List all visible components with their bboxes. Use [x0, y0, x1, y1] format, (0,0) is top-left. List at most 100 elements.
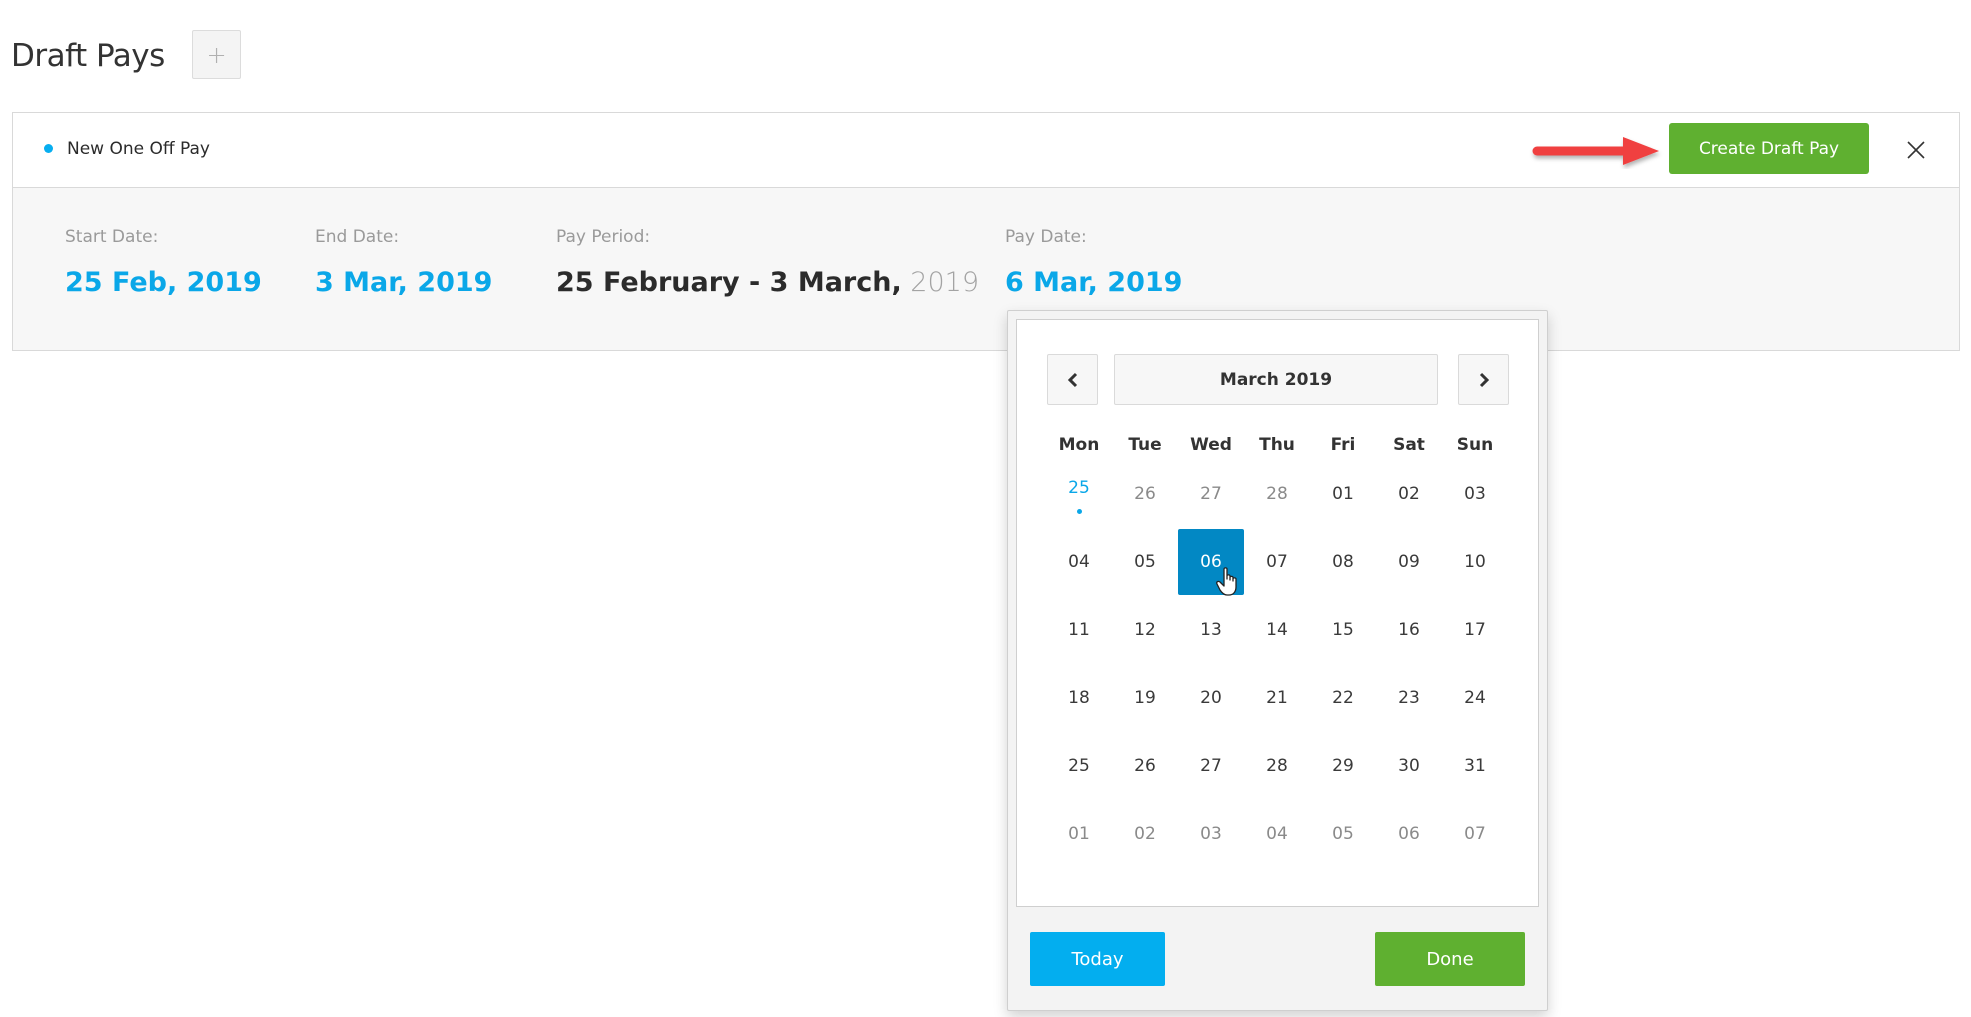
calendar-day[interactable]: 24	[1442, 665, 1508, 731]
weekday-wed: Wed	[1190, 435, 1232, 455]
calendar-day[interactable]: 07	[1442, 801, 1508, 867]
day-number: 28	[1266, 484, 1288, 504]
calendar-day[interactable]: 29	[1310, 733, 1376, 799]
calendar-day[interactable]: 26	[1112, 461, 1178, 527]
day-number: 03	[1464, 484, 1486, 504]
calendar-day[interactable]: 21	[1244, 665, 1310, 731]
calendar-day[interactable]: 12	[1112, 597, 1178, 663]
calendar-day-selected[interactable]: 06	[1178, 529, 1244, 596]
close-button[interactable]	[1903, 137, 1929, 163]
calendar-day[interactable]: 27	[1178, 733, 1244, 799]
day-number: 14	[1266, 620, 1288, 640]
start-date-label: Start Date:	[65, 227, 159, 247]
calendar-day[interactable]: 05	[1112, 529, 1178, 595]
calendar-day[interactable]: 16	[1376, 597, 1442, 663]
day-number: 28	[1266, 756, 1288, 776]
page-title: Draft Pays	[11, 38, 165, 74]
calendar-day[interactable]: 07	[1244, 529, 1310, 595]
day-number: 06	[1398, 824, 1420, 844]
calendar-day[interactable]: 14	[1244, 597, 1310, 663]
calendar-day[interactable]: 05	[1310, 801, 1376, 867]
close-icon	[1907, 141, 1925, 159]
done-button[interactable]: Done	[1375, 932, 1525, 986]
calendar-day[interactable]: 03	[1178, 801, 1244, 867]
calendar-day[interactable]: 03	[1442, 461, 1508, 527]
day-number: 25	[1068, 478, 1090, 498]
pay-date-value[interactable]: 6 Mar, 2019	[1005, 265, 1182, 301]
day-number: 26	[1134, 756, 1156, 776]
day-number: 02	[1398, 484, 1420, 504]
day-number: 18	[1068, 688, 1090, 708]
calendar-day[interactable]: 25	[1046, 733, 1112, 799]
status-dot-icon	[44, 144, 53, 153]
day-number: 10	[1464, 552, 1486, 572]
calendar-day[interactable]: 31	[1442, 733, 1508, 799]
pay-date-label: Pay Date:	[1005, 227, 1087, 247]
start-date-value[interactable]: 25 Feb, 2019	[65, 265, 262, 301]
calendar-day[interactable]: 27	[1178, 461, 1244, 527]
add-draft-pay-button[interactable]: +	[192, 30, 241, 79]
day-number: 06	[1200, 552, 1222, 572]
calendar-day[interactable]: 15	[1310, 597, 1376, 663]
calendar-day[interactable]: 01	[1046, 801, 1112, 867]
day-number: 22	[1332, 688, 1354, 708]
calendar-day[interactable]: 28	[1244, 461, 1310, 527]
day-number: 05	[1134, 552, 1156, 572]
calendar-day[interactable]: 01	[1310, 461, 1376, 527]
pay-period-label: Pay Period:	[556, 227, 651, 247]
day-number: 12	[1134, 620, 1156, 640]
day-number: 04	[1068, 552, 1090, 572]
create-draft-pay-button[interactable]: Create Draft Pay	[1669, 123, 1869, 174]
weekday-sat: Sat	[1393, 435, 1425, 455]
day-number: 01	[1332, 484, 1354, 504]
calendar-day[interactable]: 23	[1376, 665, 1442, 731]
next-month-button[interactable]	[1458, 354, 1509, 405]
calendar-day[interactable]: 02	[1376, 461, 1442, 527]
day-number: 30	[1398, 756, 1420, 776]
pay-period-year: 2019	[901, 267, 980, 298]
calendar-day[interactable]: 25	[1046, 461, 1112, 527]
pay-period-value: 25 February - 3 March, 2019	[556, 265, 979, 301]
day-number: 27	[1200, 484, 1222, 504]
calendar-day[interactable]: 04	[1046, 529, 1112, 595]
day-number: 04	[1266, 824, 1288, 844]
day-number: 11	[1068, 620, 1090, 640]
calendar-day[interactable]: 28	[1244, 733, 1310, 799]
today-button[interactable]: Today	[1030, 932, 1165, 986]
calendar-day[interactable]: 19	[1112, 665, 1178, 731]
calendar-day[interactable]: 09	[1376, 529, 1442, 595]
calendar-day[interactable]: 08	[1310, 529, 1376, 595]
day-number: 21	[1266, 688, 1288, 708]
calendar-day[interactable]: 02	[1112, 801, 1178, 867]
day-number: 20	[1200, 688, 1222, 708]
day-number: 05	[1332, 824, 1354, 844]
calendar-panel: March 2019 Mon Tue Wed Thu Fri Sat Sun 25 26 27 2…	[1016, 319, 1539, 907]
weekday-mon: Mon	[1058, 435, 1100, 455]
calendar-day[interactable]: 13	[1178, 597, 1244, 663]
draft-pay-card: New One Off Pay Create Draft Pay Start D…	[12, 112, 1960, 351]
day-number: 19	[1134, 688, 1156, 708]
day-number: 07	[1464, 824, 1486, 844]
calendar-day[interactable]: 17	[1442, 597, 1508, 663]
weekday-tue: Tue	[1128, 435, 1162, 455]
day-number: 07	[1266, 552, 1288, 572]
calendar-day[interactable]: 11	[1046, 597, 1112, 663]
prev-month-button[interactable]	[1047, 354, 1098, 405]
calendar-day[interactable]: 04	[1244, 801, 1310, 867]
calendar-day[interactable]: 20	[1178, 665, 1244, 731]
calendar-day[interactable]: 10	[1442, 529, 1508, 595]
day-number: 31	[1464, 756, 1486, 776]
day-number: 26	[1134, 484, 1156, 504]
day-number: 15	[1332, 620, 1354, 640]
calendar-day[interactable]: 26	[1112, 733, 1178, 799]
calendar-day[interactable]: 22	[1310, 665, 1376, 731]
calendar-day[interactable]: 06	[1376, 801, 1442, 867]
weekday-sun: Sun	[1456, 435, 1494, 455]
end-date-value[interactable]: 3 Mar, 2019	[315, 265, 492, 301]
day-number: 23	[1398, 688, 1420, 708]
month-year-label[interactable]: March 2019	[1114, 354, 1438, 405]
chevron-right-icon	[1479, 372, 1489, 387]
calendar-day[interactable]: 18	[1046, 665, 1112, 731]
day-number: 17	[1464, 620, 1486, 640]
calendar-day[interactable]: 30	[1376, 733, 1442, 799]
